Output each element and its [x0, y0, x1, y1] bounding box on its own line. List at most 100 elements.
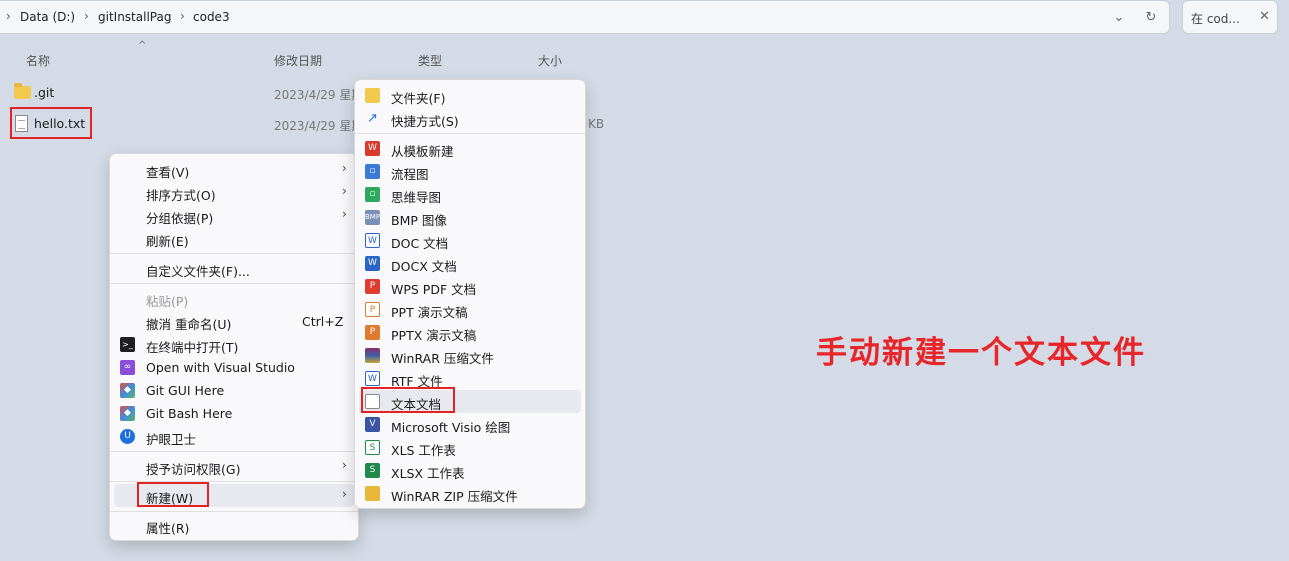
- rtf-icon: W: [365, 371, 380, 386]
- menu-item-refresh[interactable]: 刷新(E): [114, 227, 354, 250]
- menu-label: 排序方式(O): [146, 188, 216, 203]
- new-submenu: 文件夹(F) ↗ 快捷方式(S) W 从模板新建 ▫ 流程图 ▫ 思维导图 BM…: [354, 79, 586, 509]
- submenu-item-pptx[interactable]: P PPTX 演示文稿: [359, 321, 581, 344]
- column-header-modified[interactable]: 修改日期: [274, 52, 322, 69]
- menu-label: WinRAR ZIP 压缩文件: [391, 489, 518, 504]
- file-row-git[interactable]: .git: [12, 80, 262, 106]
- menu-item-undo-rename[interactable]: 撤消 重命名(U) Ctrl+Z: [114, 310, 354, 333]
- submenu-item-shortcut[interactable]: ↗ 快捷方式(S): [359, 107, 581, 130]
- folder-icon: [365, 88, 380, 103]
- terminal-icon: >_: [120, 337, 135, 352]
- submenu-item-winrar-zip[interactable]: WinRAR ZIP 压缩文件: [359, 482, 581, 505]
- submenu-item-xls[interactable]: S XLS 工作表: [359, 436, 581, 459]
- flowchart-icon: ▫: [365, 164, 380, 179]
- submenu-item-wps-pdf[interactable]: P WPS PDF 文档: [359, 275, 581, 298]
- menu-label: XLSX 工作表: [391, 466, 465, 481]
- breadcrumb-current[interactable]: code3: [193, 10, 230, 24]
- menu-label: 撤消 重命名(U): [146, 317, 232, 332]
- submenu-item-doc[interactable]: W DOC 文档: [359, 229, 581, 252]
- folder-icon: [14, 83, 31, 99]
- menu-item-open-terminal[interactable]: >_ 在终端中打开(T): [114, 333, 354, 356]
- menu-shortcut: Ctrl+Z: [302, 314, 344, 329]
- highlight-box-text-document: [361, 387, 455, 413]
- menu-separator: [110, 451, 358, 452]
- menu-label: 分组依据(P): [146, 211, 214, 226]
- template-icon: W: [365, 141, 380, 156]
- menu-label: Git GUI Here: [146, 383, 225, 398]
- submenu-item-winrar[interactable]: WinRAR 压缩文件: [359, 344, 581, 367]
- submenu-item-from-template[interactable]: W 从模板新建: [359, 137, 581, 160]
- search-input[interactable]: 在 cod... ✕: [1182, 0, 1278, 34]
- menu-label: 在终端中打开(T): [146, 340, 239, 355]
- ppt-icon: P: [365, 302, 380, 317]
- menu-item-group[interactable]: 分组依据(P) ›: [114, 204, 354, 227]
- file-name: .git: [34, 85, 55, 100]
- column-header-size[interactable]: 大小: [538, 52, 562, 69]
- menu-label: 从模板新建: [391, 144, 454, 159]
- menu-separator: [110, 283, 358, 284]
- menu-item-grant-access[interactable]: 授予访问权限(G) ›: [114, 455, 354, 478]
- highlight-box-hello: [10, 107, 92, 139]
- menu-label: XLS 工作表: [391, 443, 456, 458]
- submenu-item-docx[interactable]: W DOCX 文档: [359, 252, 581, 275]
- mindmap-icon: ▫: [365, 187, 380, 202]
- chevron-right-icon[interactable]: ›: [180, 9, 185, 23]
- menu-label: WinRAR 压缩文件: [391, 351, 494, 366]
- breadcrumb-drive[interactable]: Data (D:): [20, 10, 75, 24]
- menu-label: 护眼卫士: [146, 432, 197, 447]
- menu-label: 刷新(E): [146, 234, 189, 249]
- zip-folder-icon: [365, 486, 380, 501]
- submenu-item-flowchart[interactable]: ▫ 流程图: [359, 160, 581, 183]
- bmp-image-icon: BMP: [365, 210, 380, 225]
- submenu-item-xlsx[interactable]: S XLSX 工作表: [359, 459, 581, 482]
- menu-item-properties[interactable]: 属性(R): [114, 514, 354, 537]
- menu-label: 文件夹(F): [391, 91, 446, 106]
- address-bar[interactable]: › Data (D:) › gitInstallPag › code3 ⌄ ↻: [0, 0, 1170, 34]
- refresh-icon[interactable]: ↻: [1140, 7, 1162, 29]
- pdf-icon: P: [365, 279, 380, 294]
- shortcut-arrow-icon: ↗: [367, 111, 378, 126]
- file-date: 2023/4/29 星期: [274, 88, 364, 102]
- menu-label: 自定义文件夹(F)...: [146, 264, 250, 279]
- close-icon[interactable]: ✕: [1259, 9, 1270, 24]
- column-header-name[interactable]: 名称: [26, 52, 50, 69]
- menu-label: 粘贴(P): [146, 294, 189, 309]
- chevron-right-icon: ›: [342, 487, 347, 501]
- submenu-item-bmp[interactable]: BMP BMP 图像: [359, 206, 581, 229]
- menu-item-sort[interactable]: 排序方式(O) ›: [114, 181, 354, 204]
- submenu-item-folder[interactable]: 文件夹(F): [359, 84, 581, 107]
- menu-item-customize[interactable]: 自定义文件夹(F)...: [114, 257, 354, 280]
- visual-studio-icon: ∞: [120, 360, 135, 375]
- column-header-type[interactable]: 类型: [418, 52, 442, 69]
- submenu-item-visio[interactable]: V Microsoft Visio 绘图: [359, 413, 581, 436]
- menu-label: WPS PDF 文档: [391, 282, 477, 297]
- breadcrumb-folder[interactable]: gitInstallPag: [98, 10, 171, 24]
- menu-label: PPTX 演示文稿: [391, 328, 477, 343]
- annotation-text: 手动新建一个文本文件: [816, 335, 1146, 371]
- menu-item-eye-guard[interactable]: U 护眼卫士: [114, 425, 354, 448]
- menu-label: BMP 图像: [391, 213, 447, 228]
- winrar-icon: [365, 348, 380, 363]
- menu-separator: [110, 511, 358, 512]
- menu-label: 授予访问权限(G): [146, 462, 241, 477]
- menu-item-view[interactable]: 查看(V) ›: [114, 158, 354, 181]
- menu-item-git-bash[interactable]: ◆ Git Bash Here: [114, 402, 354, 425]
- dropdown-chevron-icon[interactable]: ⌄: [1108, 7, 1130, 29]
- highlight-box-new: [137, 482, 209, 507]
- submenu-item-ppt[interactable]: P PPT 演示文稿: [359, 298, 581, 321]
- menu-label: Open with Visual Studio: [146, 360, 295, 375]
- search-placeholder: 在 cod...: [1191, 12, 1240, 26]
- git-bash-icon: ◆: [120, 406, 135, 421]
- submenu-item-mindmap[interactable]: ▫ 思维导图: [359, 183, 581, 206]
- menu-separator: [355, 133, 585, 134]
- chevron-right-icon: ›: [342, 184, 347, 198]
- menu-label: 流程图: [391, 167, 429, 182]
- menu-item-git-gui[interactable]: ◆ Git GUI Here: [114, 379, 354, 402]
- chevron-right-icon[interactable]: ›: [84, 9, 89, 23]
- menu-label: 快捷方式(S): [391, 114, 459, 129]
- file-size: KB: [588, 117, 605, 131]
- menu-item-open-visual-studio[interactable]: ∞ Open with Visual Studio: [114, 356, 354, 379]
- sort-ascending-icon: ^: [138, 40, 147, 51]
- chevron-right-icon[interactable]: ›: [6, 9, 11, 23]
- menu-label: 查看(V): [146, 165, 190, 180]
